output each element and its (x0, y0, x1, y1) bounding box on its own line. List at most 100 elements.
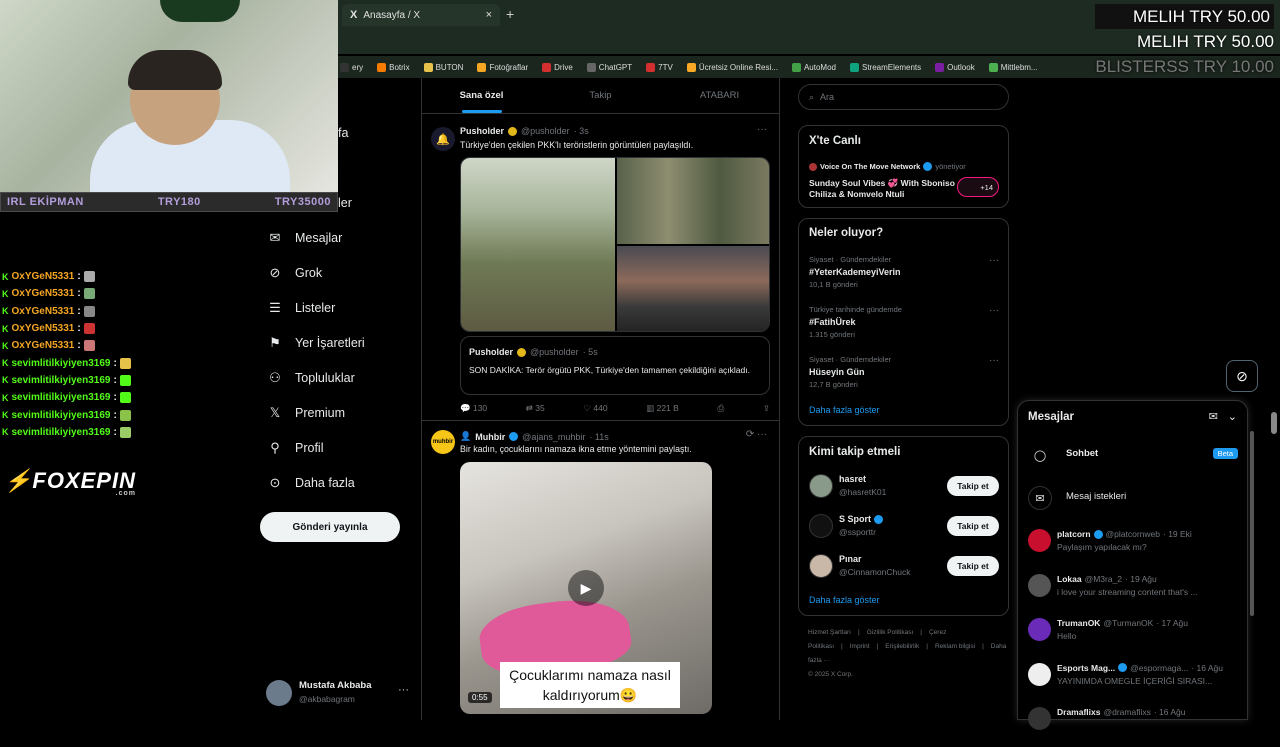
page-scrollbar[interactable] (1271, 412, 1277, 434)
bookmark-item[interactable]: ery (340, 62, 363, 72)
sidebar-item-daha-fazla[interactable]: ⊙ Daha fazla (267, 465, 355, 500)
trend-item[interactable]: Türkiye tarihinde gündemde #FatihÜrek 1.31… (809, 305, 999, 349)
compose-message-icon[interactable]: ✉ (1209, 410, 1218, 423)
live-card[interactable]: X'te Canlı Voice On The Move Network yön… (798, 125, 1009, 208)
tweet-media-grid[interactable] (460, 157, 770, 332)
author-name[interactable]: Muhbir (475, 432, 505, 442)
footer-link[interactable]: Hizmet Şartları (808, 629, 851, 636)
account-switcher[interactable]: Mustafa Akbaba @akbabagram ··· (266, 678, 416, 708)
footer-link[interactable]: Reklam bilgisi (935, 643, 975, 650)
bookmark-item[interactable]: ChatGPT (586, 62, 632, 72)
media-image[interactable] (461, 158, 615, 331)
message-requests-row[interactable]: ✉ Mesaj istekleri (1028, 482, 1238, 512)
show-more-follow[interactable]: Daha fazla göster (809, 595, 880, 605)
chat-separator: : (113, 357, 117, 369)
post-button[interactable]: Gönderi yayınla (260, 512, 400, 542)
quote-time: · 5s (582, 347, 598, 357)
avatar[interactable] (809, 554, 833, 578)
reply-button[interactable]: 💬 130 (460, 403, 487, 414)
show-more-trends[interactable]: Daha fazla göster (809, 405, 880, 415)
conversation-name: Lokaa (1057, 573, 1082, 584)
bookmark-item[interactable]: Botrix (377, 62, 410, 72)
bookmark-item[interactable]: BUTON (423, 62, 463, 72)
sidebar-item-mesajlar[interactable]: ✉ Mesajlar (267, 220, 343, 255)
footer-link[interactable]: Gizlilik Politikası (867, 629, 914, 636)
follow-button[interactable]: Takip et (947, 556, 999, 576)
conversation-item[interactable]: platcorn @platcornweb · 19 Eki Paylaşım yap… (1028, 529, 1243, 569)
follow-button[interactable]: Takip et (947, 516, 999, 536)
new-tab-button[interactable]: + (506, 6, 514, 22)
sidebar-item-grok[interactable]: ⊘ Grok (267, 255, 323, 290)
bookmark-item[interactable]: Drive (542, 62, 573, 72)
footer-link[interactable]: Erişilebilirlik (885, 643, 919, 650)
tweet[interactable]: 🔔 Pusholder @pusholder · 3s ··· Türkiye'… (422, 115, 779, 421)
media-image[interactable] (617, 246, 769, 331)
share-icon[interactable]: ⇪ (763, 403, 770, 414)
bookmark-label: Botrix (389, 62, 410, 72)
footer-link[interactable]: © 2025 X Corp. (808, 668, 1006, 682)
sidebar-item-topluluklar[interactable]: ⚇ Topluluklar (267, 360, 355, 395)
tab-following[interactable]: Takip (541, 78, 660, 113)
conversation-item[interactable]: Dramaflixs @dramaflixs · 16 Ağu (1028, 707, 1243, 747)
sidebar-item-listeler[interactable]: ☰ Listeler (267, 290, 335, 325)
conversation-item[interactable]: Esports Mag... @espormaga... · 16 Ağu YAYIN… (1028, 662, 1243, 703)
chat-username: OxYGeN5331 (11, 323, 75, 335)
bookmark-item[interactable]: AutoMod (791, 62, 836, 72)
like-button[interactable]: ♡ 440 (583, 403, 607, 414)
retweet-button[interactable]: ⇄ 35 (526, 403, 545, 414)
collapse-icon[interactable]: ⌄ (1228, 410, 1237, 423)
chat-separator: : (77, 323, 81, 335)
more-icon[interactable]: ··· (757, 124, 767, 135)
play-icon[interactable]: ▶ (568, 570, 604, 606)
tab-close-icon[interactable]: × (486, 9, 492, 21)
more-icon[interactable]: ··· (398, 684, 409, 696)
media-image[interactable] (617, 158, 769, 244)
more-icon[interactable]: ⟳ ··· (746, 429, 767, 440)
tweet-time: · 3s (573, 126, 589, 136)
avatar[interactable]: 🔔 (431, 127, 455, 151)
chat-message: K OxYGeN5331: (2, 285, 202, 302)
more-icon[interactable]: ··· (989, 355, 999, 366)
bookmark-item[interactable]: Outlook (935, 62, 975, 72)
bookmark-item[interactable]: StreamElements (849, 62, 921, 72)
conversation-item[interactable]: Lokaa @M3ra_2 · 19 Ağu i love your streamin… (1028, 573, 1243, 614)
author-name[interactable]: Pusholder (460, 126, 504, 136)
more-icon[interactable]: ··· (989, 255, 999, 266)
chat-row[interactable]: ◯ Sohbet Beta (1028, 439, 1238, 469)
sidebar-item-premium[interactable]: 𝕏 Premium (267, 395, 345, 430)
follow-suggestion[interactable]: S Sport @ssporttr Takip et (809, 514, 1004, 540)
views-button[interactable]: ▥ 221 B (646, 403, 679, 414)
footer-link[interactable]: Imprint (850, 643, 870, 650)
bookmark-item[interactable]: Mittlebm... (988, 62, 1038, 72)
tweet[interactable]: muhbir 👤 Muhbir @ajans_muhbir · 11s ⟳ ··… (422, 422, 779, 720)
bookmark-icon[interactable]: ⎙ (717, 403, 724, 414)
quote-handle: @pusholder (530, 347, 579, 357)
tab-atabari[interactable]: ATABARI (660, 78, 779, 113)
author-handle[interactable]: @pusholder (521, 126, 570, 136)
drawer-scrollbar[interactable] (1250, 431, 1254, 616)
avatar[interactable] (809, 474, 833, 498)
follow-suggestion[interactable]: Pınar @CinnamonChuck Takip et (809, 554, 1004, 580)
grok-icon[interactable]: ⊘ (1226, 360, 1258, 392)
bookmark-item[interactable]: 7TV (646, 62, 673, 72)
quoted-tweet[interactable]: Pusholder @pusholder · 5s SON DAKİKA: Te… (460, 336, 770, 395)
sidebar-item-yer-i-şaretleri[interactable]: ⚑ Yer İşaretleri (267, 325, 365, 360)
tab-for-you[interactable]: Sana özel (422, 78, 541, 113)
search-input[interactable]: ⌕ Ara (798, 84, 1009, 110)
follow-suggestion[interactable]: hasret @hasretK01 Takip et (809, 474, 1004, 500)
tweet-video[interactable]: ▶ Çocuklarımı namaza nasıl kaldırıyorum😀… (460, 462, 712, 714)
tab-home[interactable]: X Anasayfa / X × (342, 4, 500, 26)
timeline: Sana özel Takip ATABARI 🔔 Pusholder @pus… (421, 78, 780, 720)
bookmark-item[interactable]: Ücretsiz Online Resi... (686, 62, 778, 72)
conversation-item[interactable]: TrumanOK @TurmanOK · 17 Ağu Hello (1028, 618, 1243, 658)
avatar[interactable]: muhbir (431, 430, 455, 454)
people-icon: ⚇ (269, 369, 281, 385)
trend-item[interactable]: Siyaset · Gündemdekiler #YeterKademeyiVer… (809, 255, 999, 299)
sidebar-item-profil[interactable]: ⚲ Profil (267, 430, 323, 465)
follow-button[interactable]: Takip et (947, 476, 999, 496)
author-handle[interactable]: @ajans_muhbir (522, 432, 585, 442)
avatar[interactable] (809, 514, 833, 538)
more-icon[interactable]: ··· (989, 305, 999, 316)
trend-item[interactable]: Siyaset · Gündemdekiler Hüseyin Gün 12,7 B… (809, 355, 999, 399)
bookmark-item[interactable]: Fotoğraflar (477, 62, 528, 72)
